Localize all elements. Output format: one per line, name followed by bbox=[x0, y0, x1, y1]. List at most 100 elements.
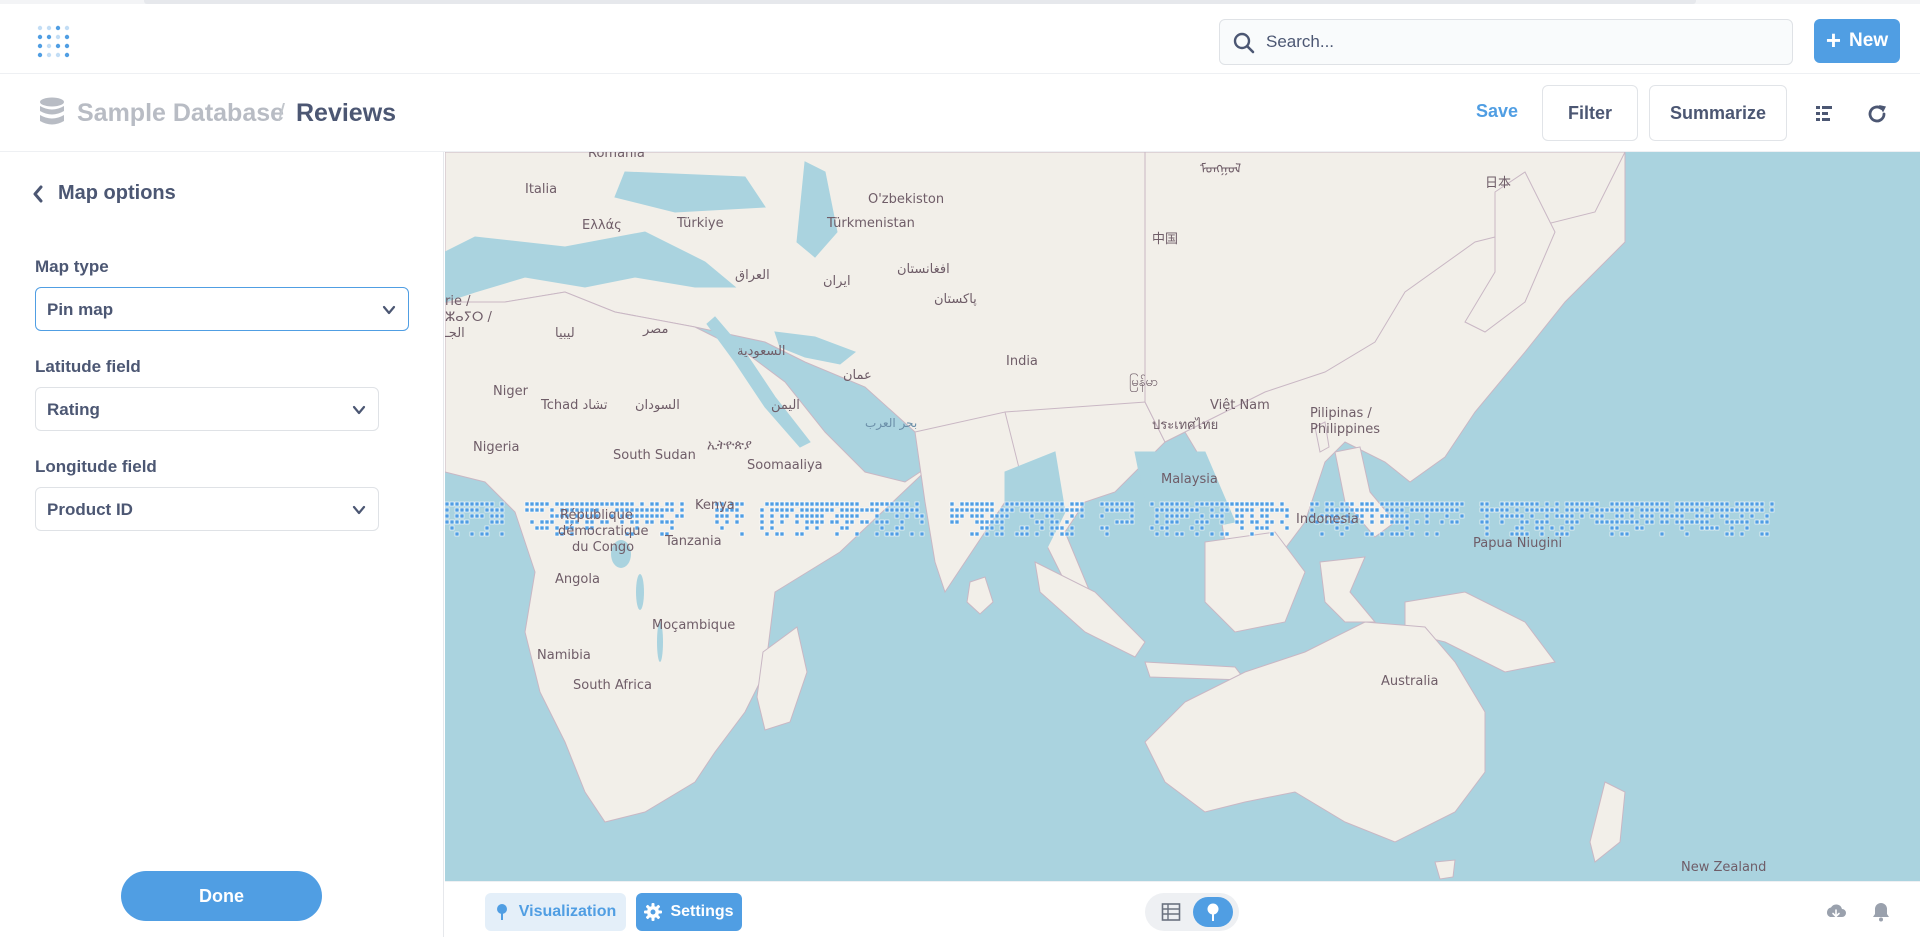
pin-marker[interactable] bbox=[1049, 501, 1055, 507]
pin-marker[interactable] bbox=[1389, 513, 1395, 519]
pin-marker[interactable] bbox=[1249, 507, 1255, 513]
pin-marker[interactable] bbox=[1714, 501, 1720, 507]
pin-marker[interactable] bbox=[1194, 507, 1200, 513]
pin-marker[interactable] bbox=[1309, 501, 1315, 507]
pin-marker[interactable] bbox=[984, 531, 990, 537]
pin-marker[interactable] bbox=[639, 513, 645, 519]
table-icon[interactable] bbox=[1161, 902, 1181, 922]
pin-marker[interactable] bbox=[1634, 525, 1640, 531]
pin-marker[interactable] bbox=[1374, 507, 1380, 513]
pin-marker[interactable] bbox=[445, 501, 450, 507]
pin-marker[interactable] bbox=[1569, 507, 1575, 513]
pin-marker[interactable] bbox=[1664, 519, 1670, 525]
pin-marker[interactable] bbox=[1219, 531, 1225, 537]
pin-marker[interactable] bbox=[1029, 507, 1035, 513]
pin-marker[interactable] bbox=[1569, 513, 1575, 519]
pin-marker[interactable] bbox=[654, 507, 660, 513]
pin-marker[interactable] bbox=[1104, 507, 1110, 513]
pin-marker[interactable] bbox=[1004, 513, 1010, 519]
pin-marker[interactable] bbox=[1229, 501, 1235, 507]
pin-marker[interactable] bbox=[1024, 531, 1030, 537]
pin-marker[interactable] bbox=[969, 507, 975, 513]
pin-marker[interactable] bbox=[954, 513, 960, 519]
pin-marker[interactable] bbox=[649, 519, 655, 525]
pin-marker[interactable] bbox=[724, 519, 730, 525]
pin-marker[interactable] bbox=[1169, 507, 1175, 513]
pin-marker[interactable] bbox=[839, 513, 845, 519]
pin-marker[interactable] bbox=[1749, 507, 1755, 513]
pin-marker[interactable] bbox=[1054, 501, 1060, 507]
pin-marker[interactable] bbox=[1059, 531, 1065, 537]
pin-marker[interactable] bbox=[539, 525, 545, 531]
pin-marker[interactable] bbox=[999, 525, 1005, 531]
pin-marker[interactable] bbox=[654, 513, 660, 519]
filter-button[interactable]: Filter bbox=[1542, 85, 1638, 141]
pin-marker[interactable] bbox=[894, 501, 900, 507]
pin-marker[interactable] bbox=[1554, 513, 1560, 519]
pin-marker[interactable] bbox=[899, 525, 905, 531]
pin-marker[interactable] bbox=[1284, 507, 1290, 513]
pin-marker[interactable] bbox=[1544, 501, 1550, 507]
page-title[interactable]: Reviews bbox=[296, 99, 396, 128]
pin-marker[interactable] bbox=[1234, 501, 1240, 507]
pin-marker[interactable] bbox=[1389, 531, 1395, 537]
pin-marker[interactable] bbox=[634, 513, 640, 519]
pin-marker[interactable] bbox=[1364, 531, 1370, 537]
pin-marker[interactable] bbox=[1254, 501, 1260, 507]
pin-marker[interactable] bbox=[624, 501, 630, 507]
pin-marker[interactable] bbox=[1049, 519, 1055, 525]
pin-marker[interactable] bbox=[1124, 519, 1130, 525]
pin-marker[interactable] bbox=[1059, 507, 1065, 513]
pin-marker[interactable] bbox=[819, 501, 825, 507]
pin-marker[interactable] bbox=[679, 507, 685, 513]
pin-marker[interactable] bbox=[1379, 519, 1385, 525]
pin-marker[interactable] bbox=[854, 501, 860, 507]
pin-marker[interactable] bbox=[984, 525, 990, 531]
pin-marker[interactable] bbox=[974, 501, 980, 507]
pin-marker[interactable] bbox=[1539, 519, 1545, 525]
pin-marker[interactable] bbox=[1164, 525, 1170, 531]
pin-marker[interactable] bbox=[819, 519, 825, 525]
pin-marker[interactable] bbox=[1524, 507, 1530, 513]
pin-marker[interactable] bbox=[1519, 525, 1525, 531]
pin-marker[interactable] bbox=[649, 507, 655, 513]
pin-marker[interactable] bbox=[1179, 501, 1185, 507]
pin-marker[interactable] bbox=[1534, 519, 1540, 525]
pin-marker[interactable] bbox=[829, 507, 835, 513]
pin-marker[interactable] bbox=[1624, 531, 1630, 537]
pin-marker[interactable] bbox=[1744, 519, 1750, 525]
pin-marker[interactable] bbox=[1369, 513, 1375, 519]
pin-marker[interactable] bbox=[759, 507, 765, 513]
pin-marker[interactable] bbox=[1699, 525, 1705, 531]
pin-marker[interactable] bbox=[759, 513, 765, 519]
pin-marker[interactable] bbox=[1169, 501, 1175, 507]
pin-marker[interactable] bbox=[454, 519, 460, 525]
pin-marker[interactable] bbox=[739, 501, 745, 507]
pin-marker[interactable] bbox=[1269, 519, 1275, 525]
pin-marker[interactable] bbox=[1114, 519, 1120, 525]
pin-marker[interactable] bbox=[889, 501, 895, 507]
pin-marker[interactable] bbox=[554, 501, 560, 507]
pin-marker[interactable] bbox=[599, 501, 605, 507]
pin-marker[interactable] bbox=[1014, 531, 1020, 537]
pin-marker[interactable] bbox=[449, 519, 455, 525]
pin-marker[interactable] bbox=[1034, 501, 1040, 507]
pin-marker[interactable] bbox=[974, 531, 980, 537]
pin-marker[interactable] bbox=[994, 531, 1000, 537]
pin-marker[interactable] bbox=[1579, 513, 1585, 519]
pin-marker[interactable] bbox=[1149, 525, 1155, 531]
pin-marker[interactable] bbox=[839, 507, 845, 513]
pin-marker[interactable] bbox=[869, 501, 875, 507]
pin-marker[interactable] bbox=[664, 507, 670, 513]
pin-marker[interactable] bbox=[789, 501, 795, 507]
pin-marker[interactable] bbox=[1259, 525, 1265, 531]
pin-marker[interactable] bbox=[539, 501, 545, 507]
pin-marker[interactable] bbox=[1279, 519, 1285, 525]
pin-marker[interactable] bbox=[1709, 507, 1715, 513]
pin-marker[interactable] bbox=[584, 501, 590, 507]
pin-marker[interactable] bbox=[529, 519, 535, 525]
pin-marker[interactable] bbox=[884, 507, 890, 513]
pin-marker[interactable] bbox=[1154, 513, 1160, 519]
pin-marker[interactable] bbox=[1519, 501, 1525, 507]
pin-marker[interactable] bbox=[769, 507, 775, 513]
